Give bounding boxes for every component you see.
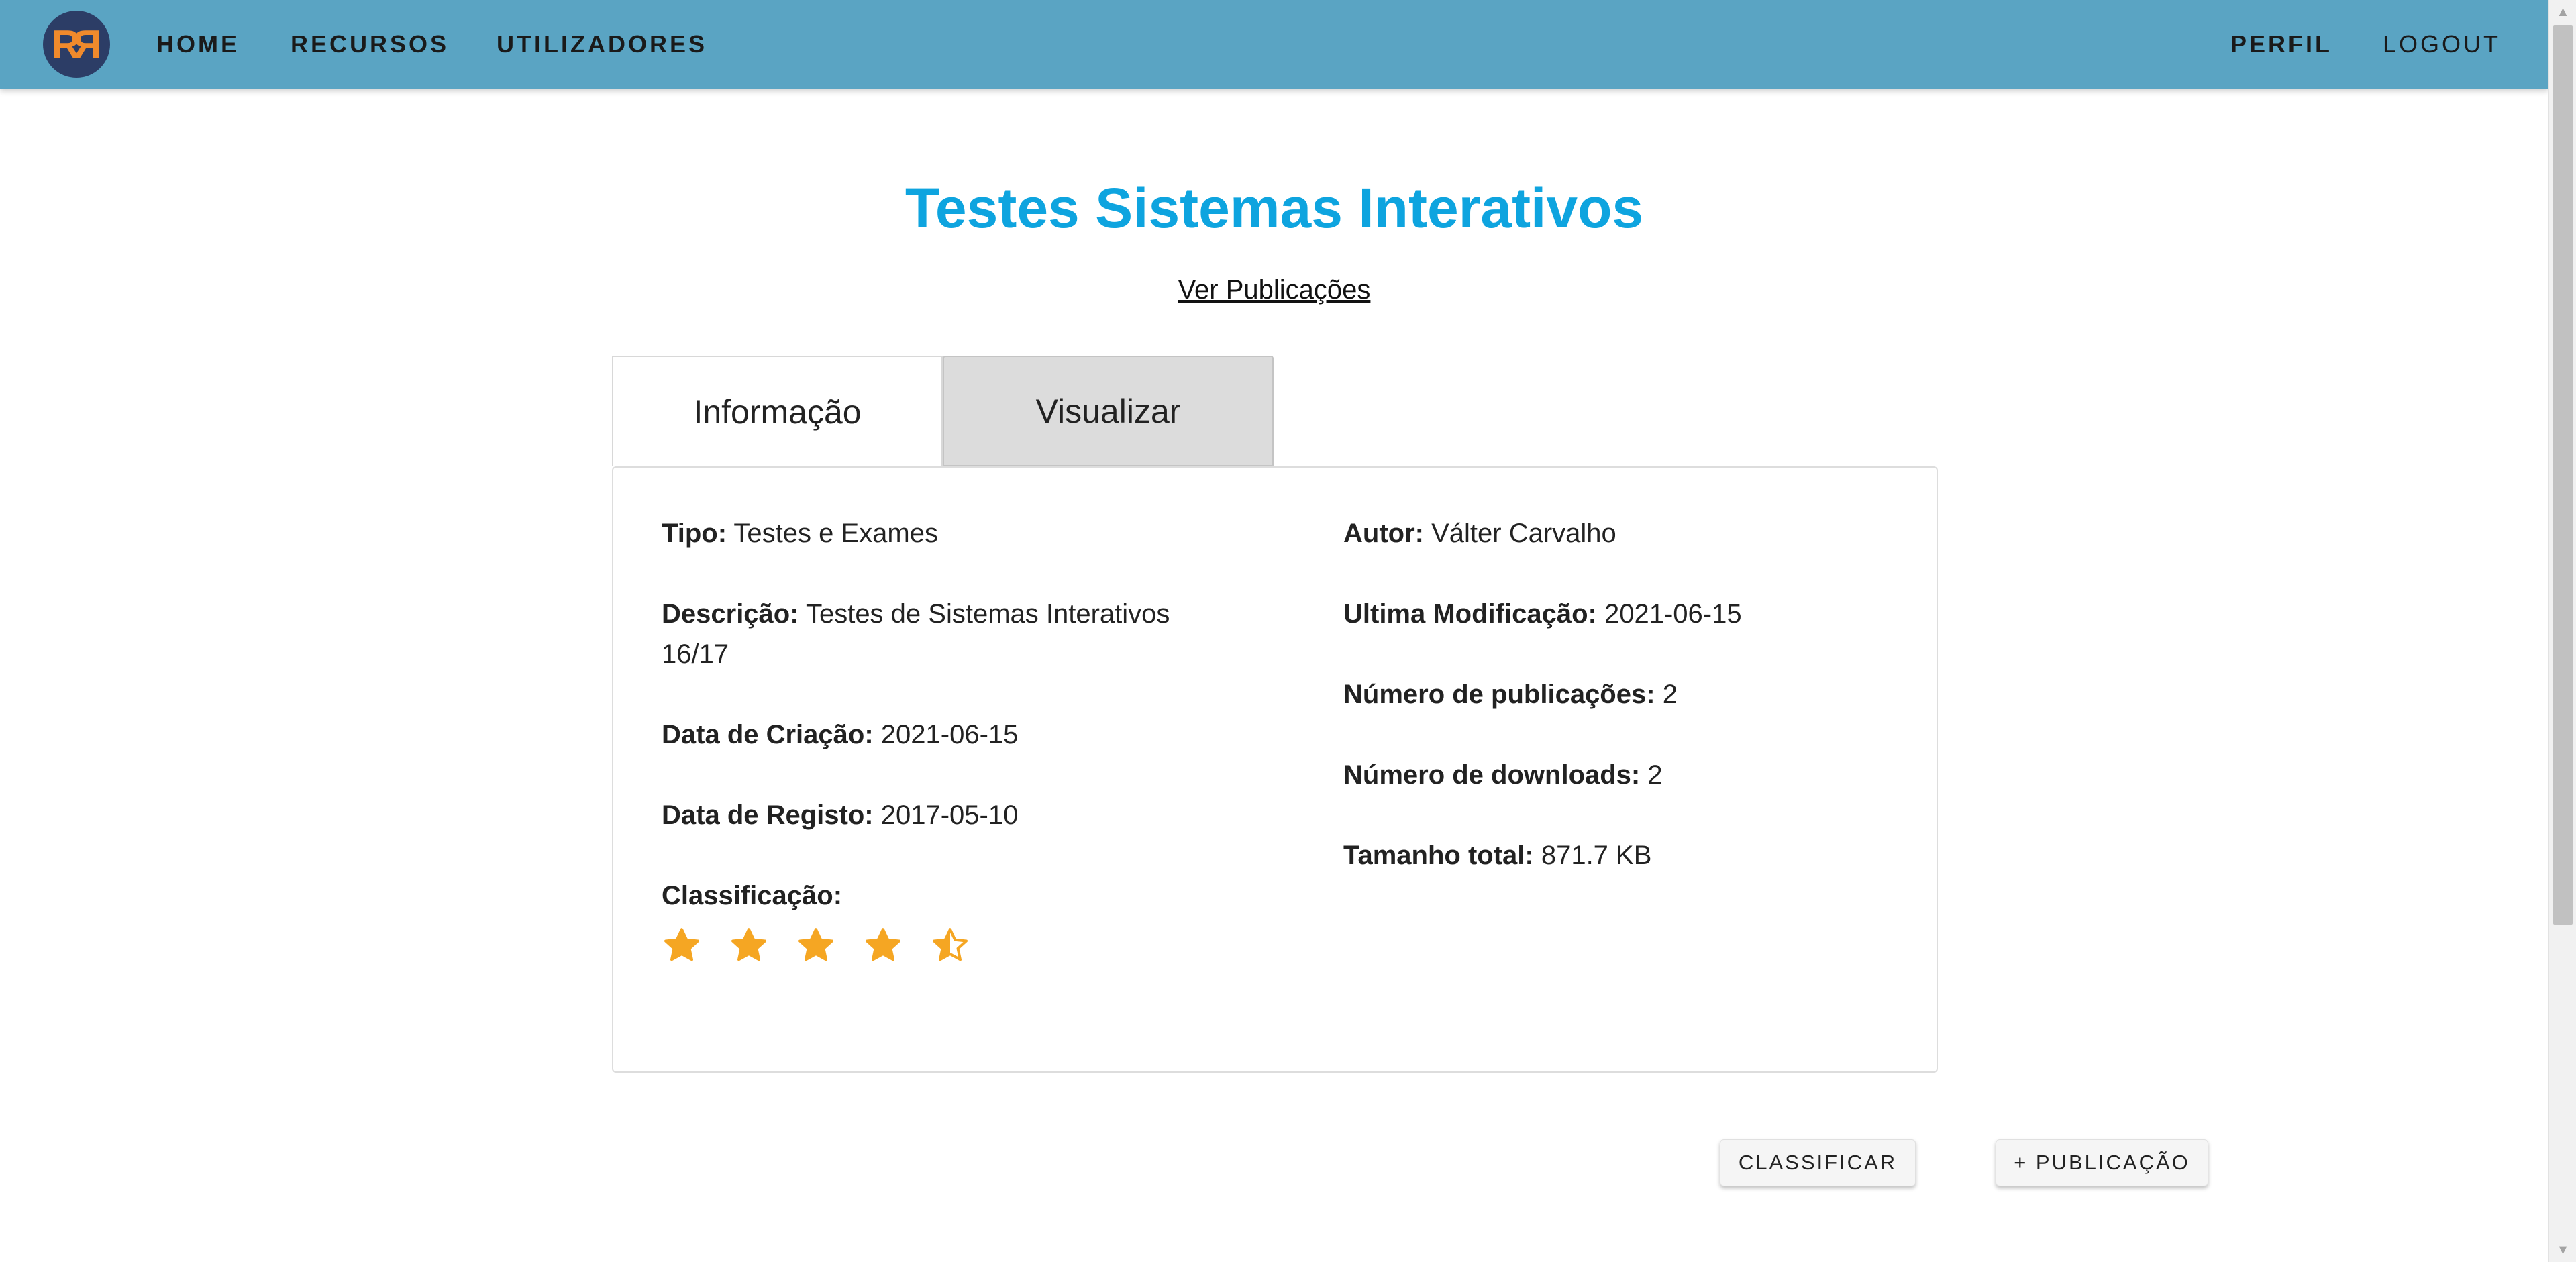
rating-stars [662,925,970,965]
field-data-criacao: Data de Criação: 2021-06-15 [662,715,1018,755]
tab-visualizar[interactable]: Visualizar [943,356,1274,466]
field-ultima-modificacao-label: Ultima Modificação: [1343,599,1597,629]
field-data-registo-label: Data de Registo: [662,800,874,830]
field-numero-publicacoes-label: Número de publicações: [1343,680,1655,709]
field-tipo: Tipo: Testes e Exames [662,513,938,554]
field-numero-publicacoes-value: 2 [1662,680,1678,709]
info-card: Tipo: Testes e Exames Descrição: Testes … [612,466,1938,1073]
field-numero-downloads-label: Número de downloads: [1343,760,1641,790]
field-classificacao: Classificação: [662,876,842,916]
scroll-down-arrow-icon[interactable]: ▼ [2549,1238,2576,1262]
field-numero-publicacoes: Número de publicações: 2 [1343,674,1678,715]
field-descricao: Descrição: Testes de Sistemas Interativo… [662,594,1170,634]
nav-perfil[interactable]: PERFIL [2230,27,2332,62]
field-data-registo: Data de Registo: 2017-05-10 [662,795,1018,835]
field-data-criacao-label: Data de Criação: [662,720,874,749]
page: RR HOME RECURSOS UTILIZADORES PERFIL LOG… [0,0,2576,1262]
field-autor: Autor: Válter Carvalho [1343,513,1616,554]
field-autor-label: Autor: [1343,519,1424,548]
field-classificacao-label: Classificação: [662,881,843,910]
page-title: Testes Sistemas Interativos [905,176,1644,240]
field-descricao-continued: 16/17 [662,639,729,669]
field-data-registo-value: 2017-05-10 [880,800,1019,830]
field-tipo-value: Testes e Exames [733,519,938,548]
field-tipo-label: Tipo: [662,519,727,548]
field-numero-downloads: Número de downloads: 2 [1343,755,1663,795]
star-half-icon [933,928,968,961]
field-tamanho-total: Tamanho total: 871.7 KB [1343,835,1651,876]
field-ultima-modificacao-value: 2021-06-15 [1604,599,1742,629]
field-autor-value: Válter Carvalho [1431,519,1616,548]
nav-utilizadores[interactable]: UTILIZADORES [497,27,707,62]
field-tamanho-total-value: 871.7 KB [1541,841,1652,870]
star-full-icon [731,928,766,961]
nav-home[interactable]: HOME [156,27,240,62]
tab-informacao[interactable]: Informação [612,356,943,466]
star-full-icon [664,928,699,961]
add-publicacao-button[interactable]: + PUBLICAÇÃO [1996,1139,2208,1186]
field-tamanho-total-label: Tamanho total: [1343,841,1534,870]
view-publications-link[interactable]: Ver Publicações [1178,275,1371,305]
classificar-button[interactable]: CLASSIFICAR [1720,1139,1916,1186]
field-descricao-value: Testes de Sistemas Interativos [805,599,1170,629]
scroll-up-arrow-icon[interactable]: ▲ [2549,0,2576,24]
nav-logout[interactable]: LOGOUT [2383,27,2501,62]
vertical-scrollbar[interactable]: ▲ ▼ [2548,0,2576,1262]
field-ultima-modificacao: Ultima Modificação: 2021-06-15 [1343,594,1742,634]
logo-text: RR [51,21,102,67]
view-publications-container: Ver Publicações [0,275,2548,305]
field-numero-downloads-value: 2 [1647,760,1663,790]
app-logo[interactable]: RR [43,11,110,78]
star-full-icon [798,928,833,961]
field-descricao-label: Descrição: [662,599,799,629]
field-data-criacao-value: 2021-06-15 [880,720,1019,749]
scroll-thumb[interactable] [2553,25,2573,925]
star-full-icon [866,928,900,961]
nav-recursos[interactable]: RECURSOS [291,27,449,62]
top-navbar: RR HOME RECURSOS UTILIZADORES PERFIL LOG… [0,0,2548,89]
